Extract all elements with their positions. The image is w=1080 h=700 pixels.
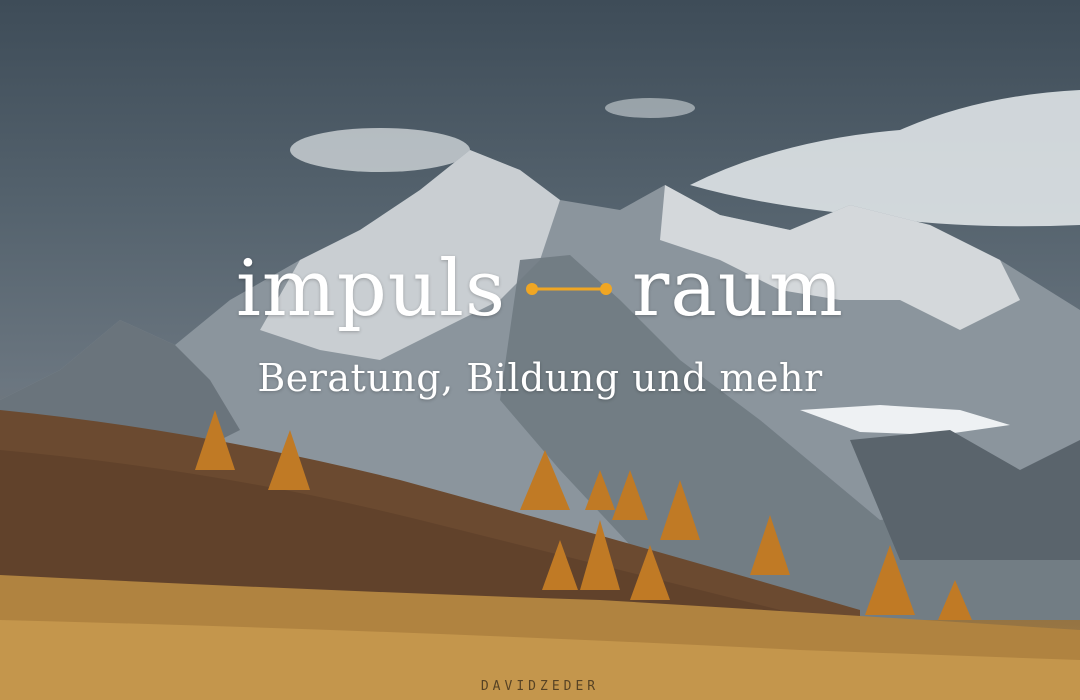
hero-banner: impuls raum Beratung, Bildung und mehr D… (0, 0, 1080, 700)
cloud (290, 128, 470, 172)
photo-watermark: DAVIDZEDER (480, 679, 600, 694)
brand-word-left: impuls (235, 244, 507, 334)
tagline: Beratung, Bildung und mehr (257, 356, 823, 400)
connector-icon (524, 279, 614, 299)
cloud (690, 90, 1080, 227)
brand-logo: impuls raum (236, 250, 844, 328)
brand-word-right: raum (632, 244, 845, 334)
cloud (605, 98, 695, 118)
brand-block: impuls raum Beratung, Bildung und mehr (0, 250, 1080, 400)
